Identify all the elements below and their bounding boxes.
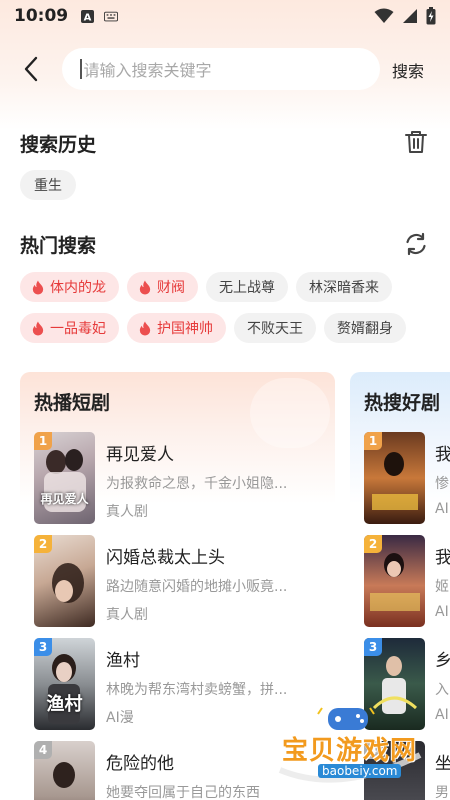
- hot-search-chip[interactable]: 不败天王: [234, 313, 316, 343]
- status-time: 10:09: [14, 6, 69, 26]
- item-description: 入: [435, 682, 449, 698]
- item-description: 她要夺回属于自己的东西: [106, 785, 260, 800]
- hot-search-chip[interactable]: 护国神帅: [127, 313, 226, 343]
- rank-badge: 3: [364, 638, 382, 656]
- item-title: 闪婚总裁太上头: [106, 548, 225, 568]
- chevron-left-icon: [24, 56, 38, 82]
- item-tag: AI漫: [106, 710, 134, 726]
- flame-icon: [32, 279, 44, 295]
- search-button[interactable]: 搜索: [392, 58, 424, 82]
- hot-search-chip[interactable]: 无上战尊: [206, 272, 288, 302]
- item-title: 我: [435, 445, 450, 465]
- poster-image: 2: [364, 535, 425, 627]
- svg-text:A: A: [83, 12, 91, 23]
- history-title: 搜索历史: [20, 134, 97, 156]
- rank-badge: 3: [34, 638, 52, 656]
- item-title: 坐: [435, 754, 450, 774]
- flame-icon: [32, 320, 44, 336]
- item-title: 危险的他: [106, 754, 174, 774]
- notification-a-icon: A: [80, 9, 94, 23]
- item-description: 男: [435, 785, 449, 800]
- item-description: 路边随意闪婚的地摊小贩竟...: [106, 579, 288, 595]
- item-title: 我: [435, 548, 450, 568]
- poster-text: 渔村: [46, 694, 83, 715]
- poster-image: 3 渔村: [34, 638, 95, 730]
- list-item[interactable]: 2 闪婚总裁太上头 路边随意闪婚的地摊小贩竟... 真人剧: [34, 535, 324, 627]
- card-title: 热搜好剧: [364, 392, 441, 414]
- item-tag: AI: [435, 707, 449, 723]
- status-bar: 10:09 A: [0, 0, 450, 32]
- flame-icon: [139, 320, 151, 336]
- item-tag: AI: [435, 604, 449, 620]
- list-item[interactable]: 1 我 惨 AI: [364, 432, 450, 524]
- poster-image: 2: [34, 535, 95, 627]
- text-caret: [80, 59, 82, 79]
- rank-badge: 2: [34, 535, 52, 553]
- trash-icon: [405, 131, 427, 153]
- wifi-icon: [374, 8, 394, 23]
- item-description: 林晚为帮东湾村卖螃蟹，拼...: [106, 682, 288, 698]
- hot-search-chip[interactable]: 赘婿翻身: [324, 313, 406, 343]
- list-item[interactable]: 1 再见爱人 再见爱人 为报救命之恩，千金小姐隐... 真人剧: [34, 432, 324, 524]
- poster-image: 1 再见爱人: [34, 432, 95, 524]
- hot-search-chip[interactable]: 财阀: [127, 272, 198, 302]
- item-tag: 真人剧: [106, 607, 148, 623]
- item-title: 再见爱人: [106, 445, 174, 465]
- item-tag: 真人剧: [106, 504, 148, 520]
- watermark-logo: 宝贝游戏网 baobeiy.com: [270, 700, 430, 790]
- hot-search-chip[interactable]: 一品毒妃: [20, 313, 119, 343]
- rank-badge: 1: [364, 432, 382, 450]
- watermark-text: 宝贝游戏网: [282, 736, 418, 766]
- item-description: 为报救命之恩，千金小姐隐...: [106, 476, 288, 492]
- search-row: 请输入搜索关键字 搜索: [0, 46, 450, 92]
- poster-image: 1: [364, 432, 425, 524]
- hot-search-chip[interactable]: 林深暗香来: [296, 272, 392, 302]
- search-input[interactable]: 请输入搜索关键字: [62, 48, 380, 90]
- flame-icon: [139, 279, 151, 295]
- back-button[interactable]: [16, 54, 46, 84]
- search-placeholder: 请输入搜索关键字: [83, 61, 212, 80]
- signal-icon: [403, 9, 417, 23]
- refresh-icon: [406, 232, 426, 256]
- rank-badge: 2: [364, 535, 382, 553]
- item-description: 姬: [435, 579, 449, 595]
- list-item[interactable]: 2 我 姬 AI: [364, 535, 450, 627]
- card-title: 热播短剧: [34, 392, 111, 414]
- item-tag: AI: [435, 501, 449, 517]
- item-title: 渔村: [106, 651, 140, 671]
- poster-image: 4: [34, 741, 95, 800]
- clear-history-button[interactable]: [403, 129, 429, 155]
- item-title: 乡: [435, 651, 450, 671]
- rank-badge: 1: [34, 432, 52, 450]
- keyboard-icon: [104, 9, 119, 23]
- hot-search-title: 热门搜索: [20, 235, 97, 257]
- hot-search-row: 一品毒妃 护国神帅 不败天王 赘婿翻身: [20, 313, 406, 343]
- watermark-url: baobeiy.com: [318, 764, 402, 778]
- rank-badge: 4: [34, 741, 52, 759]
- battery-charging-icon: [426, 7, 436, 25]
- hot-search-chip[interactable]: 体内的龙: [20, 272, 119, 302]
- refresh-button[interactable]: [403, 231, 429, 257]
- history-chip[interactable]: 重生: [20, 170, 76, 200]
- hot-search-row: 体内的龙 财阀 无上战尊 林深暗香来: [20, 272, 392, 302]
- poster-text: 再见爱人: [40, 492, 89, 506]
- item-description: 惨: [435, 476, 449, 492]
